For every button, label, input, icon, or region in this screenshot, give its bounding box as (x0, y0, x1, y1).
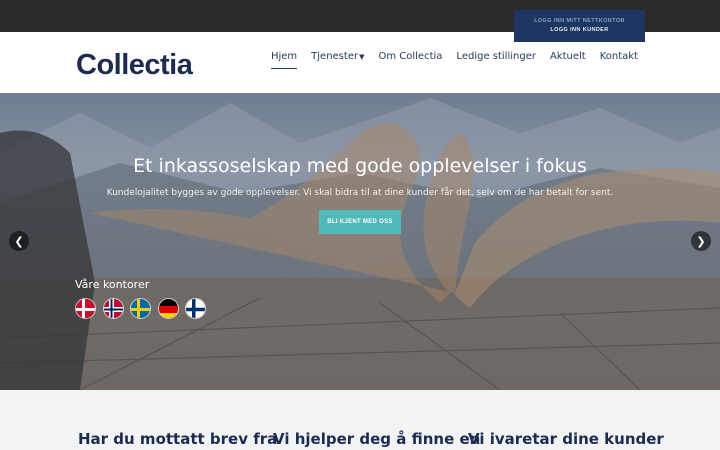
chevron-right-icon[interactable]: ❯ (691, 231, 711, 251)
offices-label: Våre kontorer (75, 278, 150, 291)
column-title: Har du mottatt brev fra (78, 430, 278, 448)
office-flags (75, 298, 213, 319)
logo[interactable]: Collectia (76, 49, 193, 81)
denmark-flag[interactable] (75, 298, 96, 319)
nav-item-label: Kontakt (599, 51, 638, 62)
nav-item-label: Ledige stillinger (456, 51, 536, 62)
hero-slider: Et inkassoselskap med gode opplevelser i… (0, 93, 720, 390)
hero-subtitle: Kundelojalitet bygges av gode opplevelse… (106, 188, 614, 198)
nav-item-label: Tjenester (311, 51, 359, 62)
nav-item-ledige-stillinger[interactable]: Ledige stillinger (456, 51, 536, 69)
nav-item-om-collectia[interactable]: Om Collectia (378, 51, 442, 69)
main-nav: Hjem Tjenester▼ Om Collectia Ledige stil… (257, 51, 638, 69)
column-title: Vi hjelper deg å finne en (273, 430, 481, 448)
cta-button[interactable]: BLI KJENT MED OSS (319, 210, 401, 234)
nav-item-label: Hjem (270, 51, 298, 62)
hero-overlay (0, 93, 720, 390)
nav-item-hjem[interactable]: Hjem (270, 51, 298, 69)
nav-item-aktuelt[interactable]: Aktuelt (550, 51, 586, 69)
login-secondary-label: LOGG INN KUNDER (550, 27, 609, 33)
nav-item-kontakt[interactable]: Kontakt (600, 51, 638, 69)
sweden-flag[interactable] (130, 298, 151, 319)
germany-flag[interactable] (157, 298, 179, 319)
nav-item-label: Aktuelt (549, 51, 586, 62)
login-primary-label: LOGG INN MITT NETTKONTOR (534, 18, 625, 24)
hero-title: Et inkassoselskap med gode opplevelser i… (133, 155, 587, 177)
nav-item-tjenester[interactable]: Tjenester▼ (311, 51, 364, 69)
login-button[interactable]: LOGG INN MITT NETTKONTOR LOGG INN KUNDER (514, 10, 645, 42)
info-columns: Har du mottatt brev fra Vi hjelper deg å… (0, 390, 720, 450)
column-title: Vi ivaretar dine kunder (468, 430, 664, 448)
norway-flag[interactable] (102, 298, 124, 319)
finland-flag[interactable] (185, 298, 206, 319)
chevron-down-icon: ▼ (359, 53, 365, 61)
chevron-left-icon[interactable]: ❮ (9, 231, 29, 251)
nav-item-label: Om Collectia (378, 51, 443, 62)
